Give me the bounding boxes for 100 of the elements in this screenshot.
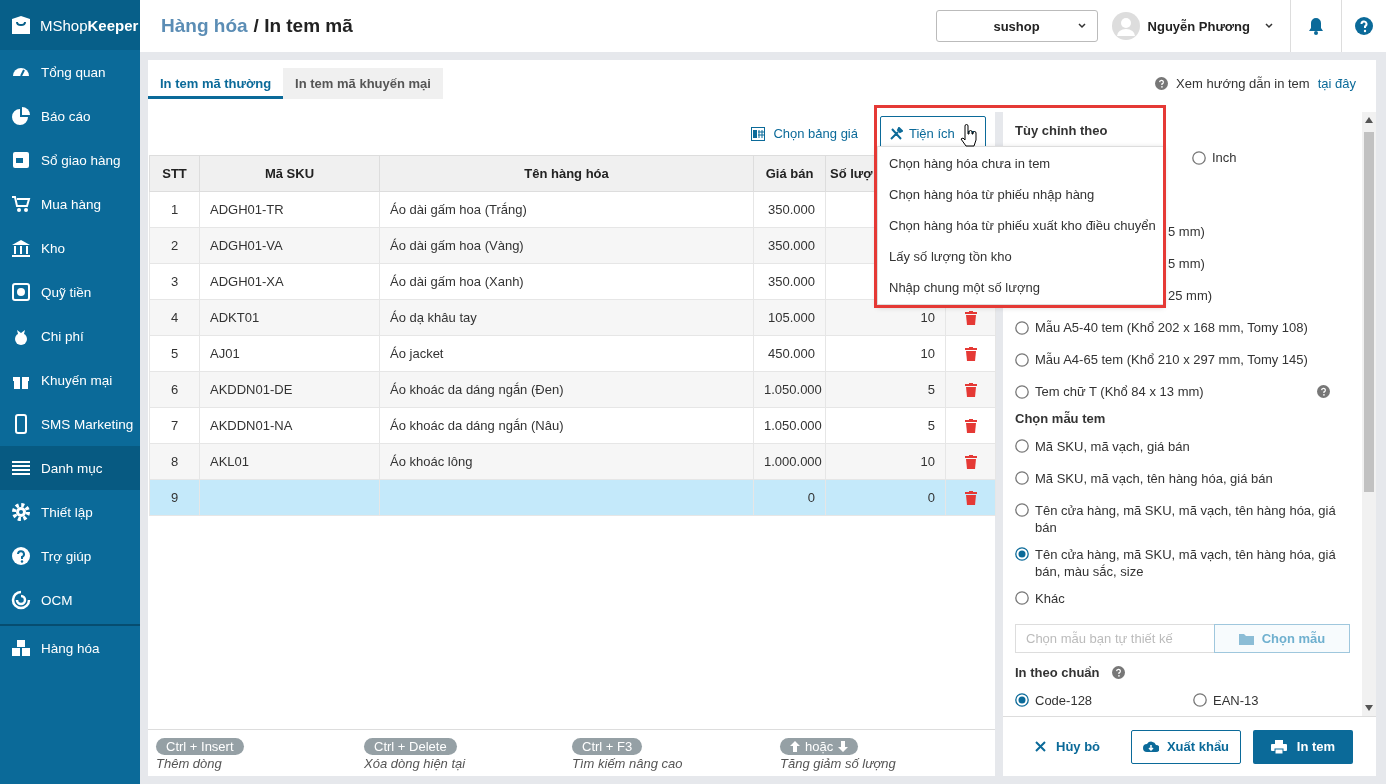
option-label: EAN-13 — [1213, 692, 1259, 708]
user-name[interactable]: Nguyễn Phương — [1147, 18, 1250, 34]
shortcut-description: Tìm kiếm nâng cao — [572, 756, 683, 771]
shortcut-key: Ctrl + F3 — [572, 738, 643, 755]
sidebar-item[interactable]: Quỹ tiền — [0, 270, 140, 314]
breadcrumb-link[interactable]: Hàng hóa — [161, 15, 248, 37]
table-cell: 450.000 — [768, 346, 815, 361]
table-cell: AJ01 — [210, 346, 240, 361]
table-cell: 1.050.000 — [764, 382, 822, 397]
sidebar-item[interactable]: SMS Marketing — [0, 402, 140, 446]
sidebar-item[interactable]: Báo cáo — [0, 94, 140, 138]
print-button[interactable]: In tem — [1253, 729, 1353, 764]
table-cell: 10 — [920, 454, 935, 469]
section-title: Chọn mẫu tem — [1015, 410, 1107, 429]
column-header[interactable]: STT — [162, 166, 187, 181]
option-label: 25 mm) — [1168, 288, 1213, 303]
column-header[interactable]: Mã SKU — [264, 166, 315, 181]
table-cell: 10 — [920, 310, 935, 325]
table-cell: 10 — [920, 346, 935, 361]
shop-select[interactable]: sushop — [935, 10, 1098, 42]
table-cell: 6 — [170, 382, 179, 397]
sidebar-item[interactable]: Khuyến mại — [0, 358, 140, 402]
table-cell: Áo khoác da dáng ngắn (Nâu) — [390, 418, 564, 433]
option-label: Mẫu A5-40 tem (Khổ 202 x 168 mm, Tomy 108) — [1035, 320, 1308, 335]
option-label: Inch — [1212, 150, 1237, 165]
table-cell: 9 — [170, 490, 179, 505]
option-label: Code-128 — [1035, 692, 1093, 708]
shortcut-description: Xóa dòng hiện tại — [364, 756, 466, 771]
table-cell: Áo dài gấm hoa (Vàng) — [390, 238, 524, 253]
table-cell: 0 — [807, 490, 815, 505]
table-cell: Áo dài gấm hoa (Xanh) — [390, 274, 524, 289]
sidebar-item[interactable]: Sổ giao hàng — [0, 138, 140, 182]
table-cell: Áo khoác lông — [390, 454, 473, 469]
menu-item[interactable]: Nhập chung một số lượng — [878, 272, 1163, 303]
template-field[interactable]: Chọn mẫu bạn tự thiết kế — [1015, 624, 1214, 654]
table-cell: 0 — [927, 490, 935, 505]
table-cell: 5 — [927, 382, 935, 397]
table-cell: 105.000 — [768, 310, 815, 325]
table-cell: ADKT01 — [210, 310, 260, 325]
table-cell: Áo khoác da dáng ngắn (Đen) — [390, 382, 564, 397]
table-cell: Áo dạ khâu tay — [390, 310, 477, 325]
section-title: Tùy chỉnh theo — [1015, 121, 1109, 140]
shortcut-description: Tăng giảm số lượng — [780, 756, 896, 771]
table-cell: 350.000 — [768, 238, 815, 253]
table-cell: 8 — [170, 454, 179, 469]
shortcut-key: hoặc — [780, 738, 859, 755]
tab[interactable]: In tem mã khuyến mại — [283, 68, 443, 99]
table-cell: 350.000 — [768, 274, 815, 289]
column-header[interactable]: Số lượ — [830, 166, 873, 181]
column-header[interactable]: Tên hàng hóa — [524, 166, 609, 181]
shortcut-key: Ctrl + Insert — [156, 738, 244, 755]
export-button[interactable]: Xuất khẩu — [1131, 729, 1241, 764]
shortcut-key: Ctrl + Delete — [364, 738, 457, 755]
table-cell: AKL01 — [210, 454, 250, 469]
table-cell: ADGH01-XA — [210, 274, 284, 289]
option-label: Mã SKU, mã vạch, tên hàng hóa, giá bán — [1035, 470, 1273, 486]
table-cell: 2 — [170, 238, 179, 253]
price-table-link[interactable]: Chọn bảng giá — [751, 126, 858, 141]
option-label: Khác — [1035, 590, 1065, 606]
option-label: Tên cửa hàng, mã SKU, mã vạch, tên hàng hóa, giá bán — [1035, 502, 1337, 537]
sidebar-item[interactable]: Kho — [0, 226, 140, 270]
sidebar-item[interactable]: Mua hàng — [0, 182, 140, 226]
help-text: Xem hướng dẫn in tem — [1176, 76, 1310, 91]
menu-item[interactable]: Chọn hàng hóa từ phiếu nhập hàng — [878, 179, 1163, 210]
section-title: In theo chuẩn — [1015, 665, 1100, 681]
option-label: Mẫu A4-65 tem (Khổ 210 x 297 mm, Tomy 145) — [1035, 352, 1308, 367]
cancel-button[interactable]: Hủy bỏ — [1019, 729, 1119, 764]
table-cell: 5 — [927, 418, 935, 433]
table-cell: 1.000.000 — [764, 454, 822, 469]
sidebar-item[interactable]: OCM — [0, 578, 140, 622]
table-cell: 350.000 — [768, 202, 815, 217]
sidebar-item[interactable]: Trợ giúp — [0, 534, 140, 578]
table-cell: 3 — [170, 274, 179, 289]
sidebar-item[interactable]: Hàng hóa — [0, 626, 140, 670]
table-cell: 5 — [170, 346, 179, 361]
table-cell: 1 — [170, 202, 179, 217]
table-cell: AKDDN01-NA — [210, 418, 293, 433]
menu-item[interactable]: Lấy số lượng tồn kho — [878, 241, 1163, 272]
page-title: / In tem mã — [253, 15, 353, 37]
sidebar-item[interactable]: Thiết lập — [0, 490, 140, 534]
sidebar-item[interactable]: Danh mục — [0, 446, 140, 490]
help-link[interactable]: tại đây — [1317, 76, 1356, 91]
option-label: 5 mm) — [1168, 256, 1205, 271]
table-cell: ADGH01-TR — [210, 202, 284, 217]
table-cell: ADGH01-VA — [210, 238, 283, 253]
table-cell: 4 — [170, 310, 179, 325]
option-label: Tên cửa hàng, mã SKU, mã vạch, tên hàng hóa, giá bán, màu sắc, size — [1035, 546, 1337, 581]
table-cell: 1.050.000 — [764, 418, 822, 433]
option-label: Tem chữ T (Khổ 84 x 13 mm) — [1035, 384, 1204, 399]
menu-item[interactable]: Chọn hàng hóa từ phiếu xuất kho điều chuyển — [878, 210, 1163, 241]
option-label: Mã SKU, mã vạch, giá bán — [1035, 438, 1190, 454]
table-cell: Áo dài gấm hoa (Trắng) — [390, 202, 527, 217]
table-cell: Áo jacket — [390, 346, 444, 361]
sidebar-item[interactable]: Chi phí — [0, 314, 140, 358]
table-cell: AKDDN01-DE — [210, 382, 293, 397]
table-cell: 7 — [170, 418, 179, 433]
shortcut-description: Thêm dòng — [156, 756, 222, 771]
option-label: 5 mm) — [1168, 224, 1205, 239]
brand-name: MShopKeeper — [40, 16, 139, 34]
sidebar-item[interactable]: Tổng quan — [0, 50, 140, 94]
